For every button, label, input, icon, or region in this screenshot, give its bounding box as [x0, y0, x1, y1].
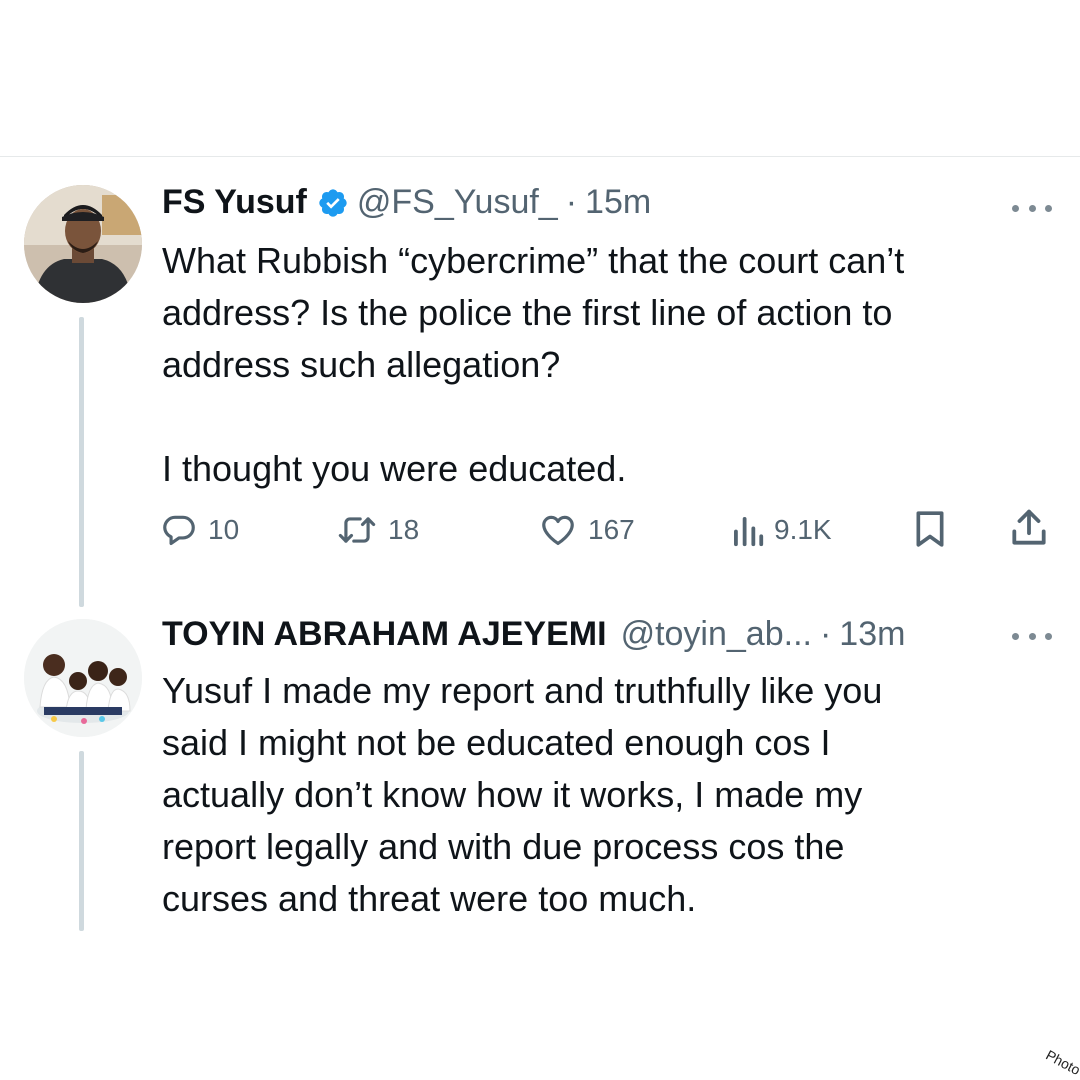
avatar[interactable] — [24, 619, 142, 737]
tweet-header: FS Yusuf @FS_Yusuf_ · 15m — [162, 183, 651, 222]
timestamp[interactable]: 13m — [839, 615, 905, 654]
avatar-photo — [24, 619, 142, 737]
thread-line — [79, 317, 84, 607]
reply-icon — [163, 515, 195, 546]
avatar-photo — [24, 185, 142, 303]
avatar[interactable] — [24, 185, 142, 303]
views-chart-icon — [734, 517, 764, 547]
views-button[interactable]: 9.1K — [730, 511, 832, 549]
repost-count: 18 — [388, 514, 420, 545]
author-name[interactable]: FS Yusuf — [162, 183, 307, 222]
tweet-header: TOYIN ABRAHAM AJEYEMI @toyin_ab... · 13m — [162, 615, 905, 654]
tweet-text: What Rubbish “cybercrime” that the court… — [162, 240, 905, 489]
thread-line — [79, 751, 84, 931]
tweet-text: Yusuf I made my report and truthfully li… — [162, 670, 883, 919]
like-button[interactable]: 167 — [538, 511, 635, 549]
reply-count: 10 — [208, 514, 240, 545]
bookmark-icon — [916, 511, 944, 547]
separator-dot: · — [819, 615, 832, 653]
author-handle[interactable]: @FS_Yusuf_ — [357, 183, 558, 222]
separator-dot: · — [565, 183, 578, 221]
bookmark-button[interactable] — [912, 509, 948, 549]
repost-icon — [338, 517, 376, 543]
reply-button[interactable]: 10 — [160, 511, 239, 549]
more-options-icon[interactable] — [1012, 201, 1052, 215]
tweet-actions: 10 18 167 9.1K — [160, 507, 1060, 557]
share-icon — [1012, 509, 1046, 545]
share-button[interactable] — [1010, 507, 1048, 549]
watermark: Photo — [1043, 1046, 1080, 1078]
author-handle[interactable]: @toyin_ab... — [621, 615, 812, 654]
like-count: 167 — [588, 514, 635, 545]
views-count: 9.1K — [774, 514, 832, 545]
verified-badge-icon — [317, 187, 349, 219]
author-name[interactable]: TOYIN ABRAHAM AJEYEMI — [162, 615, 607, 654]
heart-icon — [542, 515, 574, 546]
tweet-toyin-abraham[interactable]: TOYIN ABRAHAM AJEYEMI @toyin_ab... · 13m… — [0, 597, 1080, 1017]
more-options-icon[interactable] — [1012, 629, 1052, 643]
repost-button[interactable]: 18 — [336, 511, 419, 549]
tweet-fs-yusuf[interactable]: FS Yusuf @FS_Yusuf_ · 15m What Rubbish “… — [0, 157, 1080, 607]
timestamp[interactable]: 15m — [585, 183, 651, 222]
